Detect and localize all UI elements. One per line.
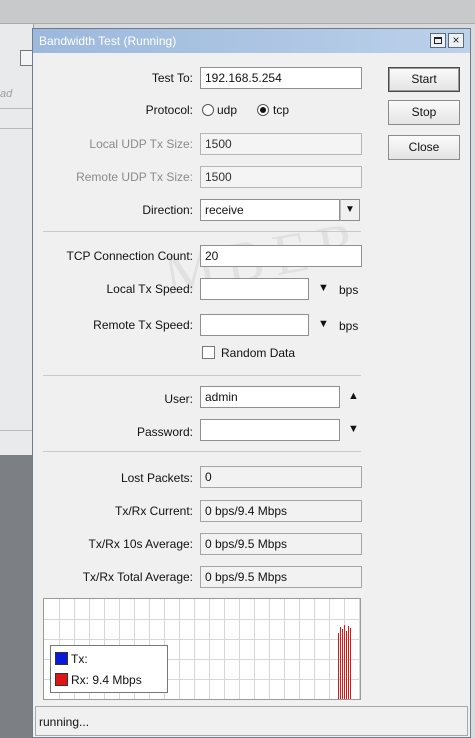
background-row-divider [0,128,34,129]
password-input[interactable] [200,419,340,441]
user-input[interactable]: admin [200,386,340,408]
protocol-tcp-label: tcp [273,103,290,117]
protocol-udp-label: udp [217,103,238,117]
rx-legend-swatch [55,673,68,686]
txrx-10s-average-label: Tx/Rx 10s Average: [88,537,194,551]
rx-legend-label: Rx: 9.4 Mbps [71,673,142,687]
tx-legend-label: Tx: [71,652,88,666]
graph-gridline [299,599,300,699]
direction-dropdown-icon[interactable]: ▼ [340,199,360,221]
graph-gridline [284,599,285,699]
graph-gridline [269,599,270,699]
graph-gridline [194,599,195,699]
graph-gridline [254,599,255,699]
maximize-icon [434,37,442,44]
rx-traffic-bar [350,628,351,699]
local-tx-speed-unit: bps [339,283,359,297]
local-tx-speed-input[interactable] [200,278,309,300]
rx-traffic-bar [344,625,345,699]
protocol-tcp-radio[interactable] [257,104,269,116]
tx-legend-swatch [55,652,68,665]
txrx-total-average-value: 0 bps/9.5 Mbps [200,566,362,588]
graph-gridline [209,599,210,699]
graph-gridline [224,599,225,699]
separator [43,451,361,452]
rx-traffic-bar [346,631,347,699]
direction-label: Direction: [142,203,193,217]
graph-gridline [329,599,330,699]
lost-packets-value: 0 [200,466,362,488]
background-row-divider [0,430,34,431]
local-udp-tx-size-label: Local UDP Tx Size: [89,137,193,151]
rx-traffic-bar [342,629,343,699]
password-label: Password: [136,425,193,439]
test-to-label: Test To: [151,71,193,85]
status-text: running... [39,715,90,729]
start-button[interactable]: Start [388,67,460,92]
remote-udp-tx-size-input[interactable]: 1500 [200,166,362,188]
close-window-button[interactable]: × [448,33,464,48]
graph-gridline [44,699,360,700]
txrx-current-label: Tx/Rx Current: [114,504,193,518]
direction-select[interactable]: receive [200,199,340,221]
graph-gridline [44,639,360,640]
rx-traffic-bar [348,626,349,699]
protocol-label: Protocol: [145,103,193,117]
tcp-connection-count-input[interactable]: 20 [200,245,362,267]
graph-gridline [179,599,180,699]
local-udp-tx-size-input[interactable]: 1500 [200,133,362,155]
rx-traffic-bar [338,633,339,699]
random-data-checkbox[interactable] [202,346,215,359]
background-text: ad [0,88,13,100]
title-bar[interactable]: Bandwidth Test (Running) × [33,29,470,53]
maximize-button[interactable] [430,33,446,48]
lost-packets-label: Lost Packets: [120,471,193,485]
background-toolbar [0,0,475,24]
background-row-divider [0,108,34,109]
rx-traffic-bar [340,627,341,699]
txrx-10s-average-value: 0 bps/9.5 Mbps [200,533,362,555]
traffic-graph: Tx: Rx: 9.4 Mbps [43,598,361,700]
graph-gridline [44,619,360,620]
txrx-total-average-label: Tx/Rx Total Average: [82,570,193,584]
graph-gridline [239,599,240,699]
status-bar: running... [35,706,468,736]
window-title: Bandwidth Test (Running) [39,34,177,48]
local-tx-speed-dropdown-icon[interactable]: ▼ [318,282,329,294]
test-to-input[interactable]: 192.168.5.254 [200,67,362,89]
bandwidth-test-dialog: Bandwidth Test (Running) × MBER Test To:… [32,28,471,738]
separator [43,231,361,232]
graph-gridline [359,599,360,699]
background-empty-area [0,455,34,738]
remote-udp-tx-size-label: Remote UDP Tx Size: [76,170,193,184]
close-icon: × [452,33,460,47]
close-button[interactable]: Close [388,135,460,160]
remote-tx-speed-dropdown-icon[interactable]: ▼ [318,318,329,330]
user-dropdown-icon[interactable]: ▲ [348,390,359,402]
random-data-label: Random Data [221,346,296,360]
remote-tx-speed-unit: bps [339,319,359,333]
user-label: User: [164,392,193,406]
password-dropdown-icon[interactable]: ▼ [348,423,359,435]
protocol-udp-radio[interactable] [202,104,214,116]
graph-legend: Tx: Rx: 9.4 Mbps [50,645,168,693]
stop-button[interactable]: Stop [388,100,460,125]
tcp-connection-count-label: TCP Connection Count: [66,249,193,263]
local-tx-speed-label: Local Tx Speed: [106,282,193,296]
remote-tx-speed-input[interactable] [200,314,309,336]
graph-gridline [314,599,315,699]
separator [43,375,361,376]
remote-tx-speed-label: Remote Tx Speed: [93,318,193,332]
txrx-current-value: 0 bps/9.4 Mbps [200,500,362,522]
